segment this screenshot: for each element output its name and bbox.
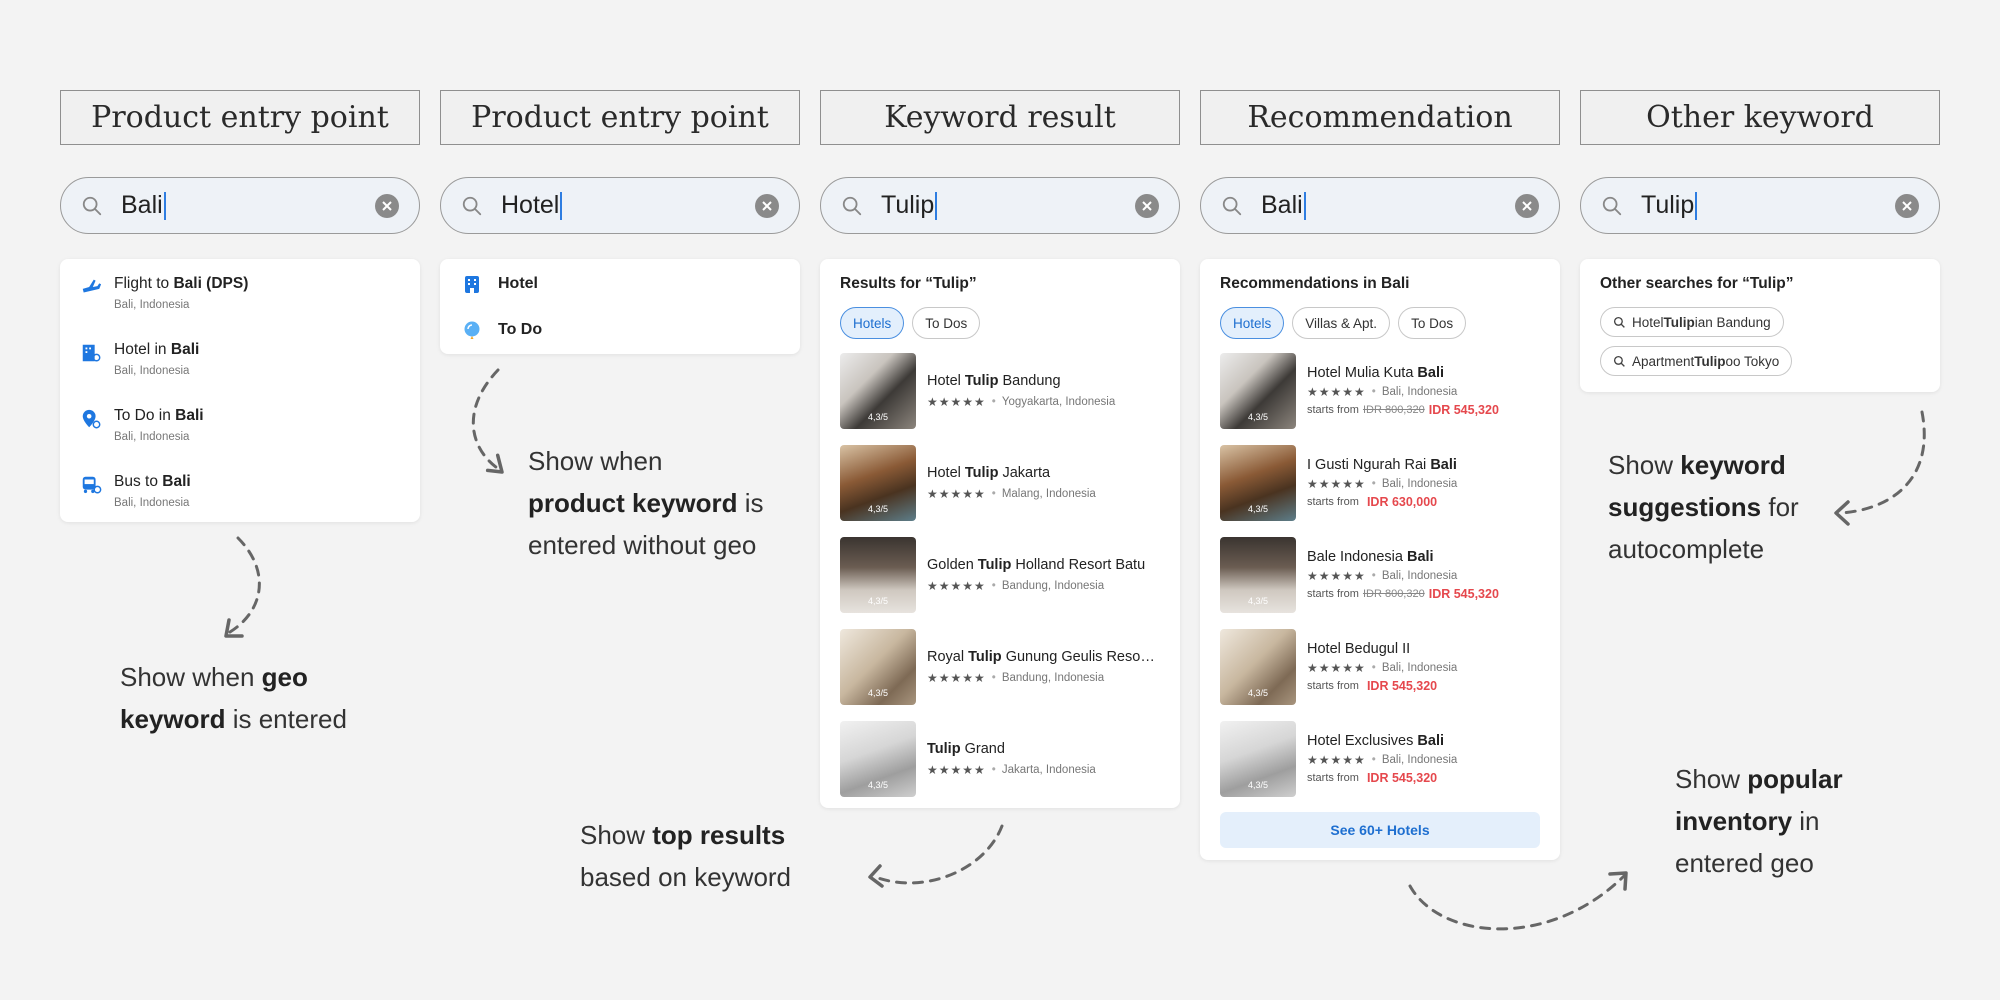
arrow-inventory <box>1408 873 1627 931</box>
arrow-geo <box>228 536 261 634</box>
annotation-arrows <box>224 368 1926 931</box>
arrowhead-product <box>485 453 504 474</box>
arrowhead-top-results <box>868 864 884 888</box>
arrow-top-results <box>873 824 1004 885</box>
arrow-keyword <box>1838 410 1926 515</box>
